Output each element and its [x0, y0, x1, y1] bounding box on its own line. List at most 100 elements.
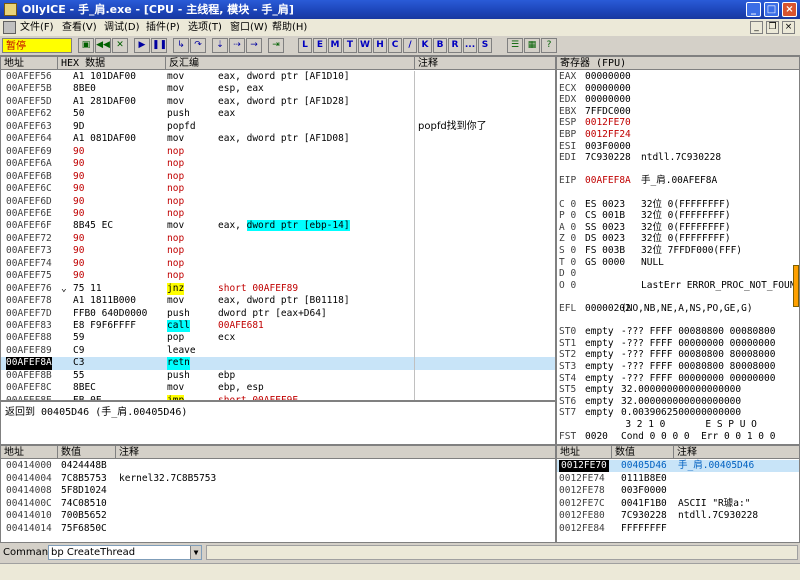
- register-line[interactable]: C 0 ES 0023 32位 0(FFFFFFFF): [559, 199, 731, 211]
- disasm-row[interactable]: 00AFEF8C 8BEC mov ebp, esp: [1, 382, 555, 394]
- disasm-row[interactable]: 00AFEF73 90 nop: [1, 245, 555, 257]
- toolbar-source-button[interactable]: S: [478, 38, 492, 53]
- register-line[interactable]: FST 0020 Cond 0 0 0 0 Err 0 0 1 0 0: [559, 431, 775, 443]
- stack-row[interactable]: 0012FE74 0111B8E0: [557, 473, 799, 485]
- step-over-icon[interactable]: ↷: [190, 38, 206, 53]
- dump-row[interactable]: 0041400C 74C08510: [1, 498, 555, 510]
- dump-pane[interactable]: 地址 数值 注释 00414000 0424448B 00414004 7C8B575…: [0, 445, 556, 543]
- toolbar-memory-button[interactable]: M: [328, 38, 342, 53]
- dump-row[interactable]: 00414000 0424448B: [1, 460, 555, 472]
- run-icon[interactable]: ▶: [134, 38, 150, 53]
- toolbar-log-button[interactable]: L: [298, 38, 312, 53]
- disasm-row[interactable]: 00AFEF89 C9 leave: [1, 345, 555, 357]
- rewind-icon[interactable]: ◀◀: [95, 38, 111, 53]
- register-line[interactable]: ST0 empty -??? FFFF 00080800 00080800: [559, 326, 775, 338]
- dump-row[interactable]: 00414014 75F6850C: [1, 523, 555, 535]
- disasm-row[interactable]: 00AFEF72 90 nop: [1, 233, 555, 245]
- disasm-row[interactable]: 00AFEF64 A1 081DAF00 mov eax, dword ptr [AF…: [1, 133, 555, 145]
- register-line[interactable]: ST3 empty -??? FFFF 00080800 80008000: [559, 361, 775, 373]
- register-line[interactable]: Z 0 DS 0023 32位 0(FFFFFFFF): [559, 233, 731, 245]
- disasm-row[interactable]: 00AFEF75 90 nop: [1, 270, 555, 282]
- register-line[interactable]: S 0 FS 003B 32位 7FFDF000(FFF): [559, 245, 742, 257]
- disasm-row[interactable]: 00AFEF88 59 pop ecx: [1, 332, 555, 344]
- toolbar-threads-button[interactable]: T: [343, 38, 357, 53]
- disasm-row[interactable]: 00AFEF8B 55 push ebp: [1, 370, 555, 382]
- child-minimize-button[interactable]: _: [750, 21, 763, 34]
- disasm-row[interactable]: 00AFEF63 9D popfd popfd找到你了: [1, 121, 555, 133]
- help-icon[interactable]: ?: [541, 38, 557, 53]
- register-line[interactable]: EAX 00000000: [559, 71, 631, 83]
- disasm-row[interactable]: 00AFEF76 75 11 jnz short 00AFEF89 ⌄: [1, 282, 555, 296]
- pause-icon[interactable]: ❚❚: [151, 38, 167, 53]
- menu-file[interactable]: 文件(F): [20, 19, 54, 36]
- command-input[interactable]: bp CreateThread: [48, 545, 202, 560]
- list-icon[interactable]: ☰: [507, 38, 523, 53]
- register-line[interactable]: A 0 SS 0023 32位 0(FFFFFFFF): [559, 222, 731, 234]
- close-program-icon[interactable]: ✕: [112, 38, 128, 53]
- disasm-row[interactable]: 00AFEF6D 90 nop: [1, 196, 555, 208]
- disassembly-pane[interactable]: 地址 HEX 数据 反汇编 注释 00AFEF56 A1 101DAF00 mov e…: [0, 56, 556, 401]
- disasm-row[interactable]: 00AFEF6E 90 nop: [1, 208, 555, 220]
- disasm-row[interactable]: 00AFEF78 A1 1811B000 mov eax, dword ptr [B0…: [1, 295, 555, 307]
- disasm-row[interactable]: 00AFEF69 90 nop: [1, 146, 555, 158]
- toolbar-cpu-button[interactable]: C: [388, 38, 402, 53]
- register-scroll-marker[interactable]: [793, 265, 799, 307]
- minimize-button[interactable]: _: [746, 2, 761, 17]
- register-line[interactable]: ST2 empty -??? FFFF 00080800 80008000: [559, 349, 775, 361]
- disasm-row[interactable]: 00AFEF6F 8B45 EC mov eax, dword ptr [ebp-14…: [1, 220, 555, 232]
- child-restore-button[interactable]: ❐: [766, 21, 779, 34]
- stack-row[interactable]: 0012FE84 FFFFFFFF: [557, 523, 799, 535]
- register-line[interactable]: P 0 CS 001B 32位 0(FFFFFFFF): [559, 210, 731, 222]
- register-line[interactable]: ST7 empty 0.0039062500000000000: [559, 407, 741, 419]
- register-line[interactable]: O 0 LastErr ERROR_PROC_NOT_FOUND (00: [559, 280, 799, 292]
- menu-help[interactable]: 帮助(H): [272, 19, 307, 36]
- menu-plugins[interactable]: 插件(P): [146, 19, 180, 36]
- step-into-icon[interactable]: ↳: [173, 38, 189, 53]
- open-icon[interactable]: ▣: [78, 38, 94, 53]
- register-line[interactable]: ST5 empty 32.000000000000000000: [559, 384, 741, 396]
- trace-into-icon[interactable]: ⇣: [212, 38, 228, 53]
- register-line[interactable]: D 0: [559, 268, 576, 280]
- register-line[interactable]: ST1 empty -??? FFFF 00000000 00000000: [559, 338, 775, 350]
- disasm-row[interactable]: 00AFEF56 A1 101DAF00 mov eax, dword ptr [AF…: [1, 71, 555, 83]
- register-line[interactable]: ESP 0012FE70: [559, 117, 631, 129]
- disasm-row[interactable]: 00AFEF8A C3 retn: [1, 357, 555, 370]
- toolbar-runtrace-button[interactable]: ...: [463, 38, 477, 53]
- goto-icon[interactable]: ⇥: [268, 38, 284, 53]
- disasm-row[interactable]: 00AFEF6C 90 nop: [1, 183, 555, 195]
- register-line[interactable]: T 0 GS 0000 NULL: [559, 257, 664, 269]
- disasm-row[interactable]: 00AFEF7D FFB0 640D0000 push dword ptr [eax+…: [1, 308, 555, 320]
- register-line[interactable]: ST4 empty -??? FFFF 00000000 00000000: [559, 373, 775, 385]
- register-line[interactable]: EDX 00000000: [559, 94, 631, 106]
- toolbar-breakpoints-button[interactable]: B: [433, 38, 447, 53]
- toolbar-modules-button[interactable]: E: [313, 38, 327, 53]
- disasm-row[interactable]: 00AFEF6B 90 nop: [1, 171, 555, 183]
- register-line[interactable]: ST6 empty 32.000000000000000000: [559, 396, 741, 408]
- grid-icon[interactable]: ▦: [524, 38, 540, 53]
- register-line[interactable]: EBP 0012FF24: [559, 129, 631, 141]
- disasm-row[interactable]: 00AFEF5B 8BE0 mov esp, eax: [1, 83, 555, 95]
- dump-row[interactable]: 00414010 700B5652: [1, 510, 555, 522]
- disasm-row[interactable]: 00AFEF62 50 push eax: [1, 108, 555, 120]
- disasm-row[interactable]: 00AFEF5D A1 281DAF00 mov eax, dword ptr [AF…: [1, 96, 555, 108]
- stack-row[interactable]: 0012FE70 00405D46 手_肩.00405D46: [557, 460, 799, 473]
- execute-till-return-icon[interactable]: →: [246, 38, 262, 53]
- register-line[interactable]: EFL 00000202 (NO,NB,NE,A,NS,PO,GE,G): [559, 303, 753, 315]
- menu-options[interactable]: 选项(T): [188, 19, 222, 36]
- register-line[interactable]: EIP 00AFEF8A 手_肩.00AFEF8A: [559, 175, 717, 187]
- toolbar-windows-button[interactable]: W: [358, 38, 372, 53]
- command-dropdown-icon[interactable]: ▼: [190, 546, 201, 559]
- stack-row[interactable]: 0012FE78 003F0000: [557, 485, 799, 497]
- disasm-row[interactable]: 00AFEF74 90 nop: [1, 258, 555, 270]
- toolbar-callstack-button[interactable]: K: [418, 38, 432, 53]
- dump-row[interactable]: 00414008 5F8D1024: [1, 485, 555, 497]
- stack-pane[interactable]: 地址 数值 注释 0012FE70 00405D46 手_肩.00405D46 001…: [556, 445, 800, 543]
- register-line[interactable]: ECX 00000000: [559, 83, 631, 95]
- toolbar-references-button[interactable]: R: [448, 38, 462, 53]
- disasm-row[interactable]: 00AFEF83 E8 F9F6FFFF call 00AFE681: [1, 320, 555, 333]
- close-button[interactable]: ×: [782, 2, 797, 17]
- toolbar-handles-button[interactable]: H: [373, 38, 387, 53]
- register-line[interactable]: ESI 003F0000: [559, 141, 631, 153]
- menu-view[interactable]: 查看(V): [62, 19, 97, 36]
- maximize-button[interactable]: □: [764, 2, 779, 17]
